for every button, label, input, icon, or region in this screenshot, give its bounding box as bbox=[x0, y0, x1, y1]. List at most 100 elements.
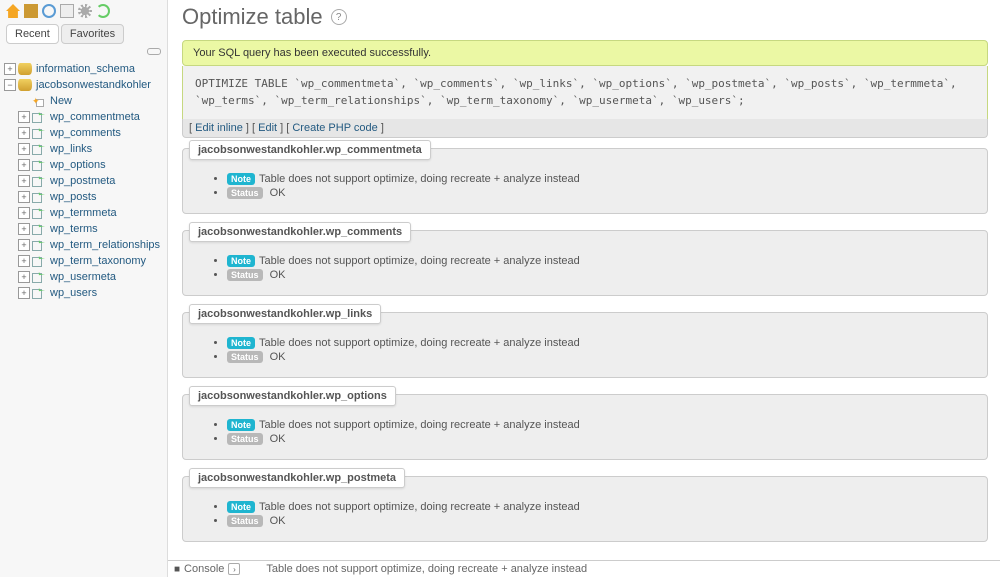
table-label: wp_comments bbox=[50, 125, 121, 141]
table-node[interactable]: +wp_usermeta bbox=[4, 269, 167, 285]
note-badge: Note bbox=[227, 255, 255, 267]
expand-icon[interactable]: + bbox=[18, 287, 30, 299]
table-icon bbox=[32, 143, 46, 155]
table-label: wp_links bbox=[50, 141, 92, 157]
nav-toolstrip bbox=[0, 0, 167, 22]
expand-icon[interactable]: + bbox=[18, 159, 30, 171]
expand-icon[interactable]: + bbox=[18, 239, 30, 251]
table-node[interactable]: + wp_comments bbox=[4, 125, 167, 141]
note-row: Note Table does not support optimize, doi… bbox=[227, 501, 971, 513]
sql-query-display: OPTIMIZE TABLE `wp_commentmeta`, `wp_com… bbox=[182, 66, 988, 119]
status-text: OK bbox=[267, 515, 286, 527]
main-content: Optimize table ? Your SQL query has been… bbox=[168, 0, 1000, 577]
table-node[interactable]: + wp_users bbox=[4, 285, 167, 301]
note-text: Table does not support optimize, doing r… bbox=[259, 337, 580, 349]
status-row: Status OK bbox=[227, 187, 971, 199]
gear-icon[interactable] bbox=[78, 4, 92, 18]
edit-link[interactable]: Edit bbox=[258, 122, 277, 134]
panel-title: jacobsonwestandkohler.wp_comments bbox=[189, 222, 411, 242]
note-row: Note Table does not support optimize, doi… bbox=[227, 419, 971, 431]
expand-icon[interactable]: + bbox=[18, 255, 30, 267]
note-text: Table does not support optimize, doing r… bbox=[259, 173, 580, 185]
expand-icon[interactable]: + bbox=[18, 175, 30, 187]
optimize-result-panel: jacobsonwestandkohler.wp_commentsNoteTab… bbox=[182, 230, 988, 296]
expand-icon[interactable]: + bbox=[18, 143, 30, 155]
table-icon bbox=[32, 175, 46, 187]
expand-icon[interactable]: + bbox=[18, 111, 30, 123]
table-icon bbox=[32, 159, 46, 171]
logout-icon[interactable] bbox=[24, 4, 38, 18]
table-icon bbox=[32, 223, 46, 235]
database-tree: + information_schema − jacobsonwestandko… bbox=[0, 59, 167, 577]
table-label: wp_users bbox=[50, 285, 97, 301]
create-php-link[interactable]: Create PHP code bbox=[292, 122, 377, 134]
status-row: Status OK bbox=[227, 351, 971, 363]
table-node[interactable]: + wp_options bbox=[4, 157, 167, 173]
page-title: Optimize table ? bbox=[182, 4, 988, 30]
status-text: OK bbox=[267, 433, 286, 445]
spill-note-text: Table does not support optimize, doing r… bbox=[266, 563, 587, 575]
optimize-result-panel: jacobsonwestandkohler.wp_linksNoteTable … bbox=[182, 312, 988, 378]
panel-title: jacobsonwestandkohler.wp_links bbox=[189, 304, 381, 324]
table-node[interactable]: + wp_postmeta bbox=[4, 173, 167, 189]
table-node[interactable]: +wp_posts bbox=[4, 189, 167, 205]
status-row: Status OK bbox=[227, 515, 971, 527]
table-label: wp_postmeta bbox=[50, 173, 115, 189]
table-icon bbox=[32, 111, 46, 123]
status-text: OK bbox=[267, 187, 286, 199]
note-text: Table does not support optimize, doing r… bbox=[259, 255, 580, 267]
note-badge: Note bbox=[227, 501, 255, 513]
collapse-icon[interactable]: − bbox=[4, 79, 16, 91]
status-badge: Status bbox=[227, 351, 263, 363]
status-text: OK bbox=[267, 351, 286, 363]
console-expand-icon[interactable]: › bbox=[228, 563, 240, 575]
database-icon bbox=[18, 79, 32, 91]
table-icon bbox=[32, 239, 46, 251]
expand-icon[interactable]: + bbox=[4, 63, 16, 75]
status-badge: Status bbox=[227, 433, 263, 445]
sql-action-links: [ Edit inline ] [ Edit ] [ Create PHP co… bbox=[182, 119, 988, 138]
table-label: wp_term_relationships bbox=[50, 237, 160, 253]
nav-settings-icon[interactable] bbox=[60, 4, 74, 18]
new-table-node[interactable]: New bbox=[4, 93, 167, 109]
table-label: wp_termmeta bbox=[50, 205, 117, 221]
expand-icon[interactable]: + bbox=[18, 191, 30, 203]
table-node[interactable]: +wp_term_taxonomy bbox=[4, 253, 167, 269]
table-icon bbox=[32, 255, 46, 267]
expand-icon[interactable]: + bbox=[18, 223, 30, 235]
console-bar[interactable]: ■ Console › Table does not support optim… bbox=[168, 560, 1000, 577]
status-row: Status OK bbox=[227, 269, 971, 281]
status-badge: Status bbox=[227, 515, 263, 527]
home-icon[interactable] bbox=[6, 4, 20, 18]
db-node-jacobsonwestandkohler[interactable]: − jacobsonwestandkohler bbox=[4, 77, 167, 93]
table-icon bbox=[32, 271, 46, 283]
table-node[interactable]: +wp_terms bbox=[4, 221, 167, 237]
tab-favorites[interactable]: Favorites bbox=[61, 24, 124, 44]
edit-inline-link[interactable]: Edit inline bbox=[195, 122, 243, 134]
expand-icon[interactable]: + bbox=[18, 271, 30, 283]
table-node[interactable]: + wp_links bbox=[4, 141, 167, 157]
panel-title: jacobsonwestandkohler.wp_commentmeta bbox=[189, 140, 431, 160]
tab-recent[interactable]: Recent bbox=[6, 24, 59, 44]
expand-icon[interactable]: + bbox=[18, 127, 30, 139]
panel-title: jacobsonwestandkohler.wp_postmeta bbox=[189, 468, 405, 488]
db-node-information-schema[interactable]: + information_schema bbox=[4, 61, 167, 77]
table-node[interactable]: + wp_term_relationships bbox=[4, 237, 167, 253]
tree-spacer bbox=[18, 95, 30, 107]
docs-icon[interactable] bbox=[42, 4, 56, 18]
table-node[interactable]: + wp_termmeta bbox=[4, 205, 167, 221]
note-badge: Note bbox=[227, 419, 255, 431]
status-badge: Status bbox=[227, 269, 263, 281]
table-node[interactable]: +wp_commentmeta bbox=[4, 109, 167, 125]
help-icon[interactable]: ? bbox=[331, 9, 347, 25]
expand-icon[interactable]: + bbox=[18, 207, 30, 219]
note-text: Table does not support optimize, doing r… bbox=[259, 501, 580, 513]
db-label: information_schema bbox=[36, 61, 135, 77]
page-title-text: Optimize table bbox=[182, 4, 323, 30]
note-row: Note Table does not support optimize, doi… bbox=[227, 255, 971, 267]
nav-link-icon[interactable] bbox=[147, 48, 161, 55]
table-label: wp_options bbox=[50, 157, 106, 173]
note-text: Table does not support optimize, doing r… bbox=[259, 419, 580, 431]
table-icon bbox=[32, 207, 46, 219]
reload-icon[interactable] bbox=[96, 4, 110, 18]
